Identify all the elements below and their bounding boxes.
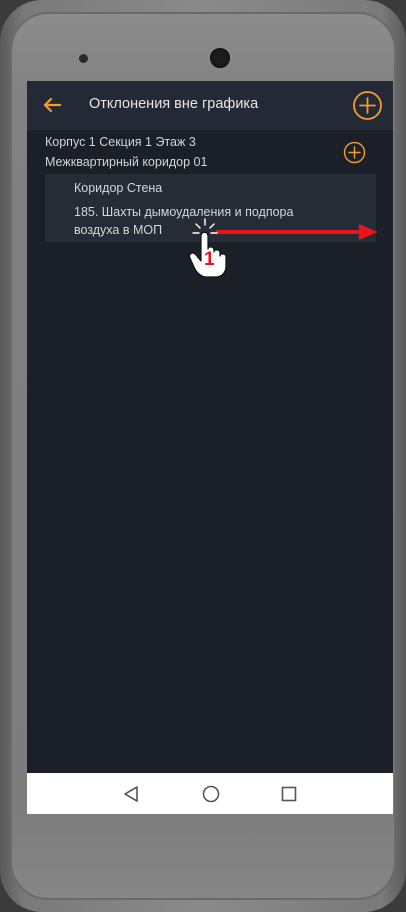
phone-frame: Отклонения вне графика Корпус 1 Секция 1… xyxy=(0,0,406,912)
add-to-group-icon[interactable] xyxy=(343,141,366,164)
app-screen: Отклонения вне графика Корпус 1 Секция 1… xyxy=(27,81,393,814)
list-item[interactable]: Коридор Стена 185. Шахты дымоудаления и … xyxy=(45,174,376,242)
front-camera xyxy=(210,48,230,68)
arrow-left-icon[interactable] xyxy=(41,94,63,116)
triangle-back-icon[interactable] xyxy=(123,785,139,803)
add-deviation-icon[interactable] xyxy=(352,90,383,121)
item-title: Коридор Стена xyxy=(74,181,163,195)
app-bar: Отклонения вне графика xyxy=(27,81,393,130)
sensor-dot xyxy=(79,54,88,63)
square-recent-icon[interactable] xyxy=(281,786,297,802)
system-nav-bar xyxy=(27,773,393,814)
gesture-step-number: 1 xyxy=(204,249,215,270)
page-title: Отклонения вне графика xyxy=(89,96,259,112)
item-description: 185. Шахты дымоудаления и подпора воздух… xyxy=(74,205,294,237)
circle-home-icon[interactable] xyxy=(202,785,220,803)
group-location: Корпус 1 Секция 1 Этаж 3 xyxy=(45,135,196,149)
group-room: Межквартирный коридор 01 xyxy=(45,155,208,169)
